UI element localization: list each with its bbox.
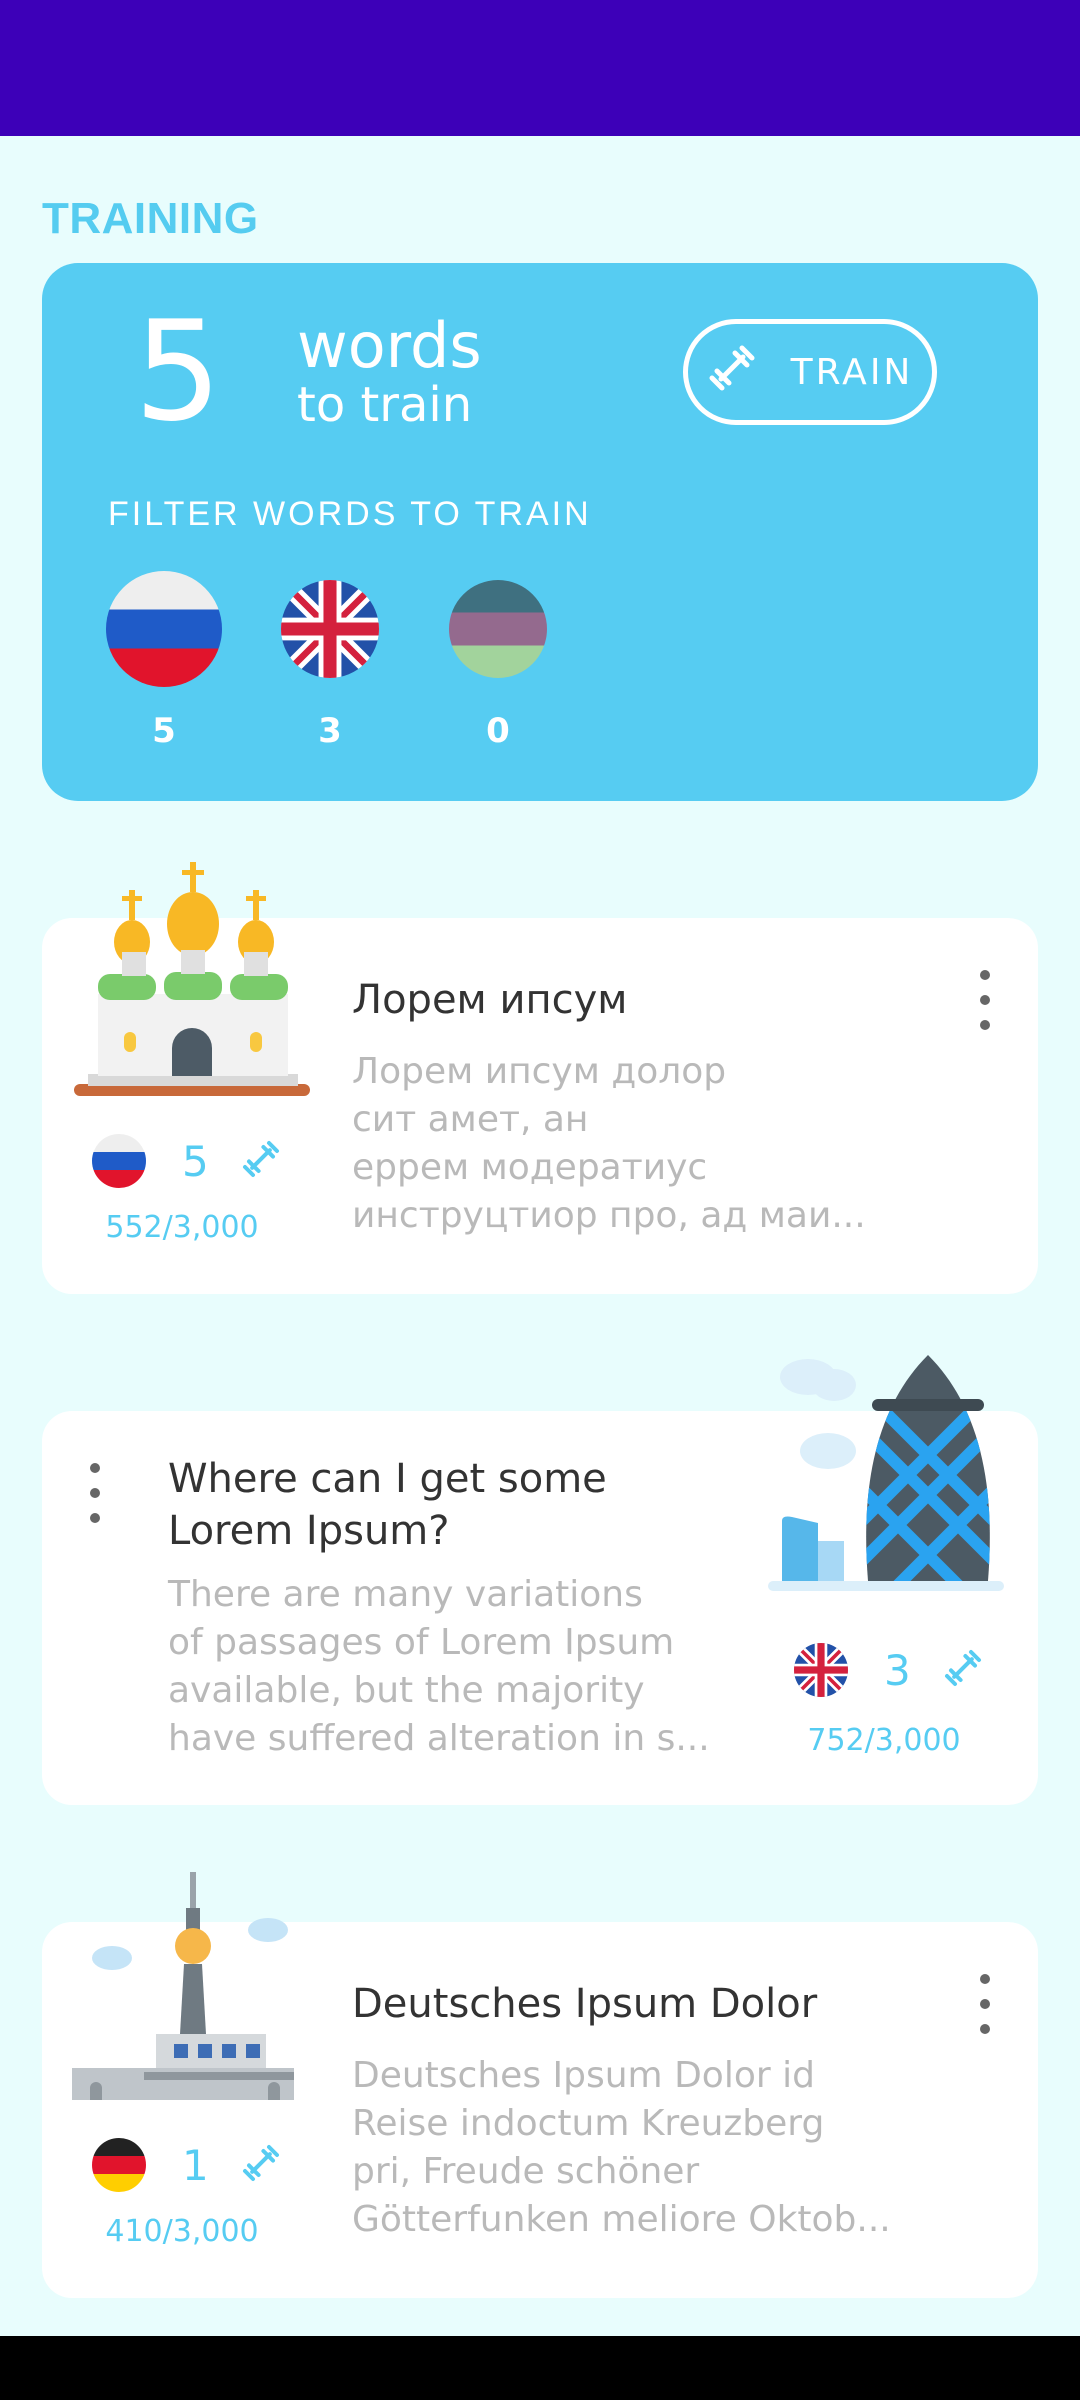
word-count: 1 bbox=[182, 2140, 209, 2190]
to-train-label: to train bbox=[297, 377, 473, 433]
word-list-card[interactable]: 5 552/3,000 Лорем ипсум Лорем ипсум доло… bbox=[42, 862, 1038, 1294]
filter-english[interactable]: 3 bbox=[270, 571, 390, 751]
section-title: TRAINING bbox=[42, 194, 259, 243]
card-description: There are many variations of passages of … bbox=[168, 1574, 710, 1759]
words-label: words bbox=[297, 309, 482, 382]
more-options-icon[interactable] bbox=[80, 1463, 110, 1523]
navigation-bar bbox=[0, 2336, 1080, 2400]
card-title: Deutsches Ipsum Dolor bbox=[352, 1981, 818, 2027]
more-options-icon[interactable] bbox=[970, 1974, 1000, 2034]
words-to-train-count: 5 bbox=[134, 291, 222, 452]
word-list-card[interactable]: 1 410/3,000 Deutsches Ipsum Dolor Deutsc… bbox=[42, 1872, 1038, 2298]
status-bar bbox=[0, 0, 1080, 136]
training-card: 5 words to train TRAIN FILTER WORDS TO T… bbox=[42, 263, 1038, 801]
filter-label: FILTER WORDS TO TRAIN bbox=[108, 495, 592, 533]
more-options-icon[interactable] bbox=[970, 970, 1000, 1030]
russia-flag-icon bbox=[106, 571, 222, 687]
uk-flag-icon bbox=[281, 580, 379, 678]
card-description: Лорем ипсум долор сит амет, ан еррем модер… bbox=[352, 1051, 866, 1236]
filter-russian[interactable]: 5 bbox=[104, 571, 224, 751]
gherkin-building-illustration bbox=[768, 1355, 1008, 1595]
tv-tower-illustration bbox=[72, 1872, 312, 2112]
card-title: Where can I get some Lorem Ipsum? bbox=[168, 1456, 607, 1554]
dumbbell-icon bbox=[943, 1648, 983, 1692]
filter-other[interactable]: 0 bbox=[438, 571, 558, 751]
card-title: Лорем ипсум bbox=[352, 977, 628, 1023]
card-meta: 5 bbox=[92, 1134, 281, 1188]
word-count: 3 bbox=[884, 1645, 911, 1695]
filter-count: 0 bbox=[486, 711, 510, 751]
word-list-card[interactable]: Where can I get some Lorem Ipsum? There a… bbox=[42, 1355, 1038, 1805]
dumbbell-icon bbox=[707, 343, 757, 402]
train-button[interactable]: TRAIN bbox=[683, 319, 937, 425]
dumbbell-icon bbox=[241, 1139, 281, 1183]
card-description: Deutsches Ipsum Dolor id Reise indoctum K… bbox=[352, 2055, 891, 2240]
progress-text: 410/3,000 bbox=[105, 2214, 259, 2249]
germany-flag-icon bbox=[92, 2138, 146, 2192]
train-button-label: TRAIN bbox=[790, 351, 914, 393]
dumbbell-icon bbox=[241, 2143, 281, 2187]
church-illustration bbox=[72, 862, 312, 1102]
russia-flag-icon bbox=[92, 1134, 146, 1188]
progress-text: 552/3,000 bbox=[105, 1210, 259, 1245]
filter-count: 3 bbox=[318, 711, 342, 751]
word-count: 5 bbox=[182, 1136, 209, 1186]
card-meta: 3 bbox=[794, 1643, 983, 1697]
mystery-flag-icon bbox=[449, 580, 547, 678]
card-meta: 1 bbox=[92, 2138, 281, 2192]
filter-count: 5 bbox=[152, 711, 176, 751]
uk-flag-icon bbox=[794, 1643, 848, 1697]
progress-text: 752/3,000 bbox=[807, 1723, 961, 1758]
